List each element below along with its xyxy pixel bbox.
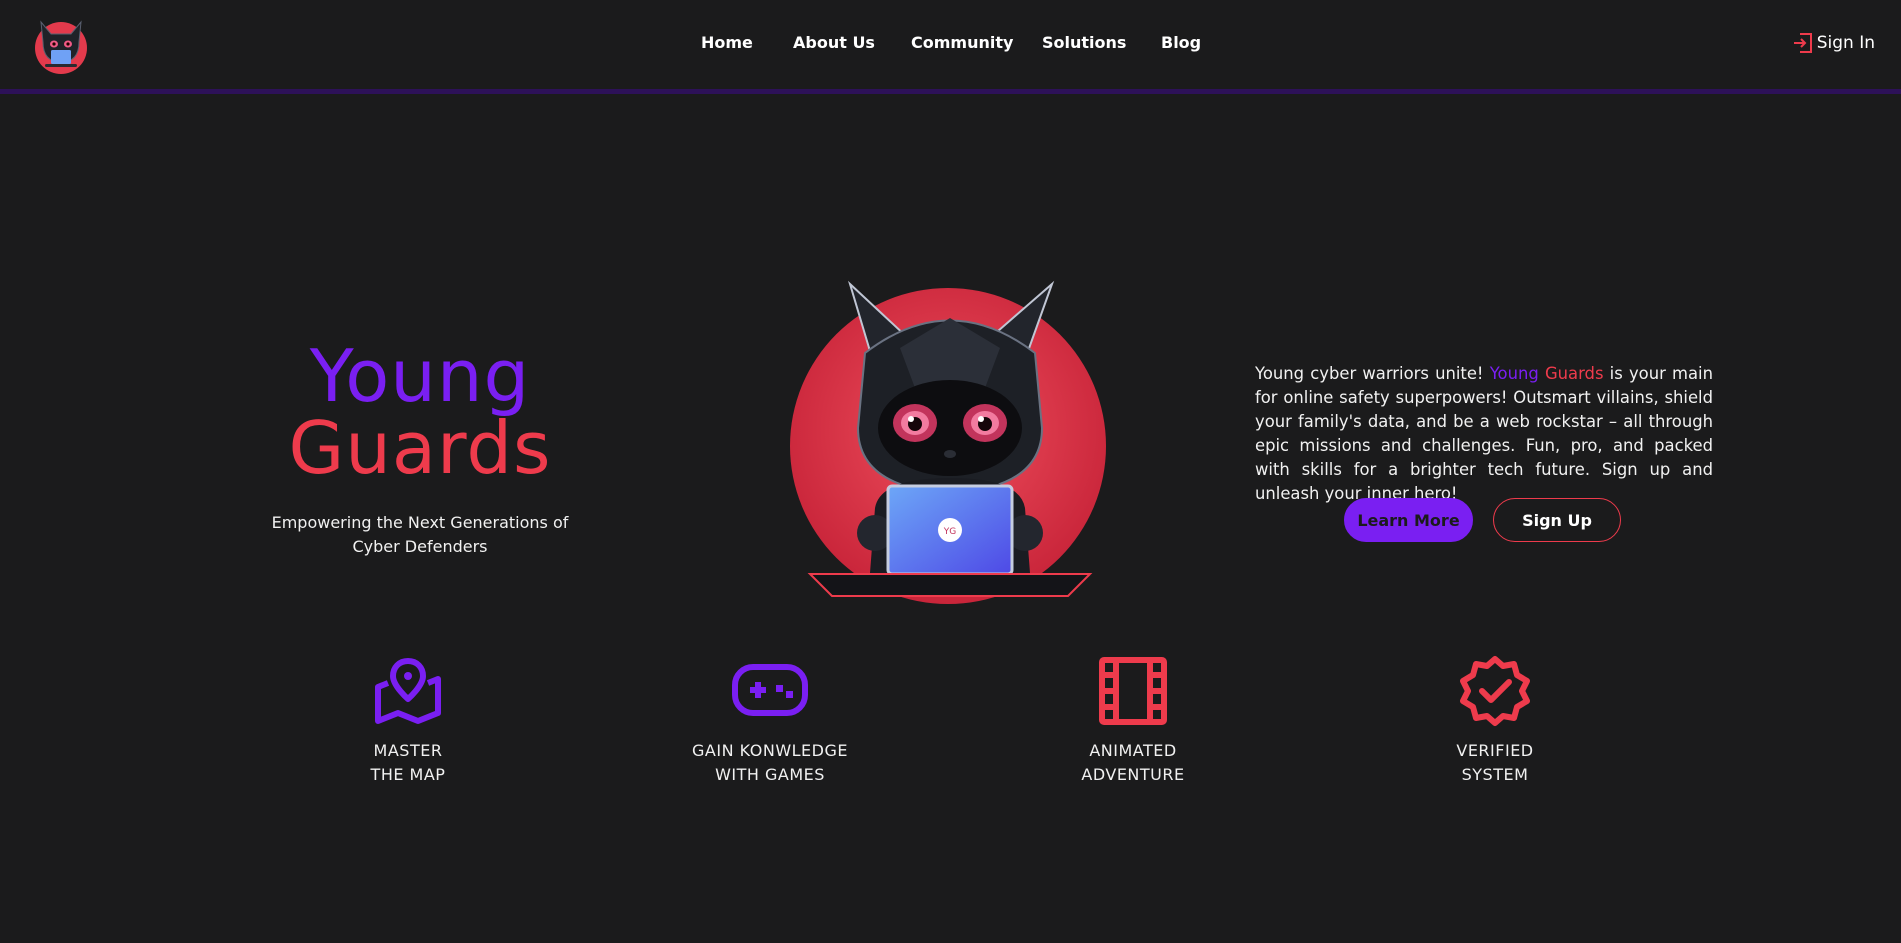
feature-1-line-1: MASTER [373, 741, 443, 760]
feature-2-line-2: WITH GAMES [715, 765, 825, 784]
nav-about-us[interactable]: About Us [793, 33, 875, 52]
site-header: Home About Us Community Solutions Blog S… [0, 0, 1901, 94]
feature-animated-adventure: ANIMATED ADVENTURE [1023, 655, 1243, 787]
feature-1-line-2: THE MAP [370, 765, 446, 784]
feature-4-line-1: VERIFIED [1456, 741, 1534, 760]
nav-home[interactable]: Home [701, 33, 753, 52]
feature-3-line-2: ADVENTURE [1081, 765, 1185, 784]
desc-brand-guards: Guards [1544, 364, 1604, 383]
laptop-badge: YG [943, 527, 956, 537]
feature-master-the-map: MASTER THE MAP [298, 655, 518, 787]
feature-4-line-2: SYSTEM [1461, 765, 1529, 784]
sign-in-label: Sign In [1816, 33, 1875, 53]
hero-tagline: Empowering the Next Generations of Cyber… [270, 511, 570, 559]
tagline-line-2: Cyber Defenders [352, 537, 488, 556]
nav-community[interactable]: Community [911, 33, 1013, 52]
sign-up-button[interactable]: Sign Up [1493, 498, 1621, 542]
feature-gain-knowledge: GAIN KONWLEDGE WITH GAMES [660, 655, 880, 787]
feature-verified-system: VERIFIED SYSTEM [1385, 655, 1605, 787]
desc-brand-young: Young [1489, 364, 1539, 383]
sign-in-icon [1793, 33, 1812, 53]
map-pin-icon [375, 658, 441, 724]
hero-description: Young cyber warriors unite! Young Guards… [1255, 362, 1713, 506]
logo-icon[interactable] [29, 12, 93, 76]
learn-more-button[interactable]: Learn More [1344, 498, 1473, 542]
desc-intro: Young cyber warriors unite! [1255, 364, 1490, 383]
hero-brand-title: Young Guards [280, 340, 560, 484]
tagline-line-1: Empowering the Next Generations of [271, 513, 569, 532]
brand-young: Young [309, 334, 531, 418]
nav-solutions[interactable]: Solutions [1042, 33, 1126, 52]
feature-3-line-1: ANIMATED [1089, 741, 1177, 760]
feature-2-line-1: GAIN KONWLEDGE [692, 741, 848, 760]
main-nav: Home About Us Community Solutions Blog [0, 0, 1901, 88]
brand-guards: Guards [288, 406, 552, 490]
desc-body: is your main for online safety superpowe… [1255, 364, 1713, 503]
gamepad-icon [732, 664, 808, 716]
verified-badge-icon [1460, 656, 1530, 726]
nav-blog[interactable]: Blog [1161, 33, 1201, 52]
sign-in-link[interactable]: Sign In [1793, 32, 1875, 54]
film-icon [1099, 657, 1167, 725]
hero-mascot-image: YG [780, 278, 1120, 618]
